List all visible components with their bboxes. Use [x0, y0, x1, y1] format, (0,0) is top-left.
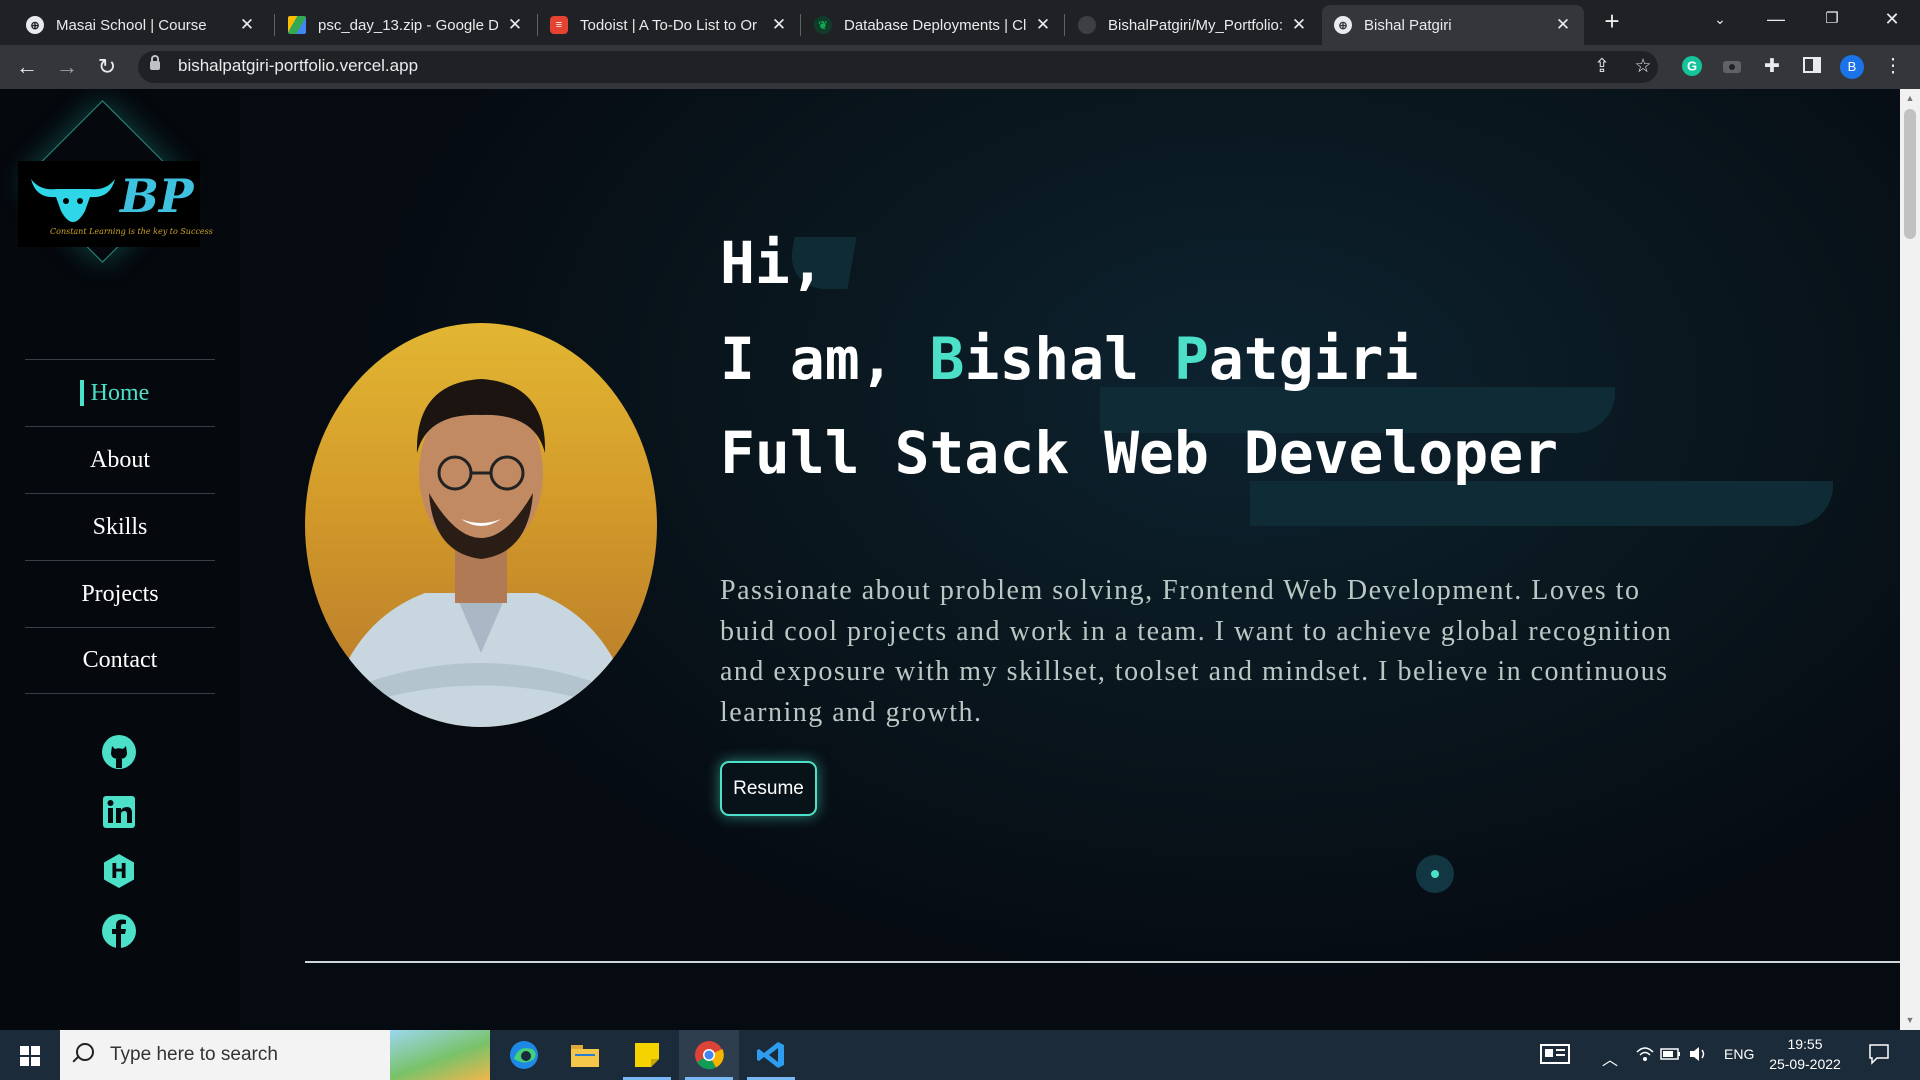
tab-search-chevron-icon[interactable]: ⌄ — [1692, 0, 1748, 40]
close-tab-icon[interactable]: ✕ — [506, 15, 524, 35]
svg-text:H: H — [111, 859, 128, 883]
hero-name: I am, Bishal Patgiri — [720, 325, 1419, 393]
search-highlight-image — [390, 1030, 490, 1080]
file-explorer-icon[interactable] — [555, 1030, 615, 1080]
sidebar: BP Constant Learning is the key to Succe… — [0, 89, 240, 1030]
share-icon[interactable]: ⇪ — [1590, 55, 1614, 79]
tab-title: Database Deployments | Cl — [844, 16, 1026, 34]
close-window-icon[interactable]: ✕ — [1864, 0, 1920, 40]
nav-contact[interactable]: Contact — [25, 627, 215, 694]
close-tab-icon[interactable]: ✕ — [1554, 15, 1572, 35]
bookmark-star-icon[interactable]: ☆ — [1631, 55, 1655, 79]
taskbar-search[interactable]: Type here to search — [60, 1030, 490, 1080]
hero-role: Full Stack Web Developer — [720, 419, 1559, 487]
windows-taskbar: Type here to search ︿ ENG 19:55 25-09-20… — [0, 1030, 1920, 1080]
hero-bio: Passionate about problem solving, Fronte… — [720, 575, 1673, 728]
search-placeholder: Type here to search — [110, 1044, 278, 1065]
scroll-indicator[interactable] — [1416, 855, 1454, 893]
nav-home[interactable]: Home — [25, 359, 215, 426]
mongodb-leaf-icon: ❦ — [814, 16, 832, 34]
page-scrollbar[interactable]: ▲ ▼ — [1900, 89, 1920, 1030]
notification-icon[interactable] — [1868, 1043, 1890, 1068]
chrome-menu-icon[interactable]: ⋮ — [1881, 55, 1905, 79]
hero-greeting: Hi, — [720, 229, 825, 297]
todoist-icon: ≡ — [550, 16, 568, 34]
browser-toolbar: ← → ↻ bishalpatgiri-portfolio.vercel.app… — [0, 45, 1920, 89]
scroll-down-icon[interactable]: ▼ — [1905, 1015, 1915, 1025]
scrollbar-thumb[interactable] — [1904, 109, 1916, 239]
clock-time: 19:55 — [1787, 1036, 1823, 1052]
resume-button[interactable]: Resume — [720, 761, 817, 816]
system-clock[interactable]: 19:55 25-09-2022 — [1760, 1034, 1850, 1074]
close-tab-icon[interactable]: ✕ — [238, 15, 256, 35]
input-language[interactable]: ENG — [1724, 1046, 1754, 1062]
sticky-notes-icon[interactable] — [617, 1030, 677, 1080]
scroll-up-icon[interactable]: ▲ — [1905, 93, 1915, 103]
wifi-icon[interactable] — [1636, 1046, 1654, 1065]
globe-icon: ⊕ — [1334, 16, 1352, 34]
portfolio-page: BP Constant Learning is the key to Succe… — [0, 89, 1900, 1030]
hashnode-icon[interactable]: H — [100, 852, 138, 890]
extension-icon[interactable] — [1720, 55, 1744, 79]
logo-tagline: Constant Learning is the key to Success — [50, 227, 213, 236]
svg-text:G: G — [1687, 59, 1697, 74]
lock-icon[interactable] — [150, 55, 160, 70]
nav-skills[interactable]: Skills — [25, 493, 215, 560]
search-icon — [76, 1043, 94, 1061]
linkedin-icon[interactable] — [100, 793, 138, 831]
edge-icon[interactable] — [494, 1030, 554, 1080]
google-drive-icon — [288, 16, 306, 34]
chrome-icon[interactable] — [679, 1030, 739, 1080]
tab-title: Masai School | Course — [56, 16, 207, 34]
reload-icon[interactable]: ↻ — [92, 52, 122, 82]
tab-title: BishalPatgiri/My_Portfolio: — [1108, 16, 1282, 34]
restore-icon[interactable]: ❐ — [1804, 0, 1860, 40]
close-tab-icon[interactable]: ✕ — [1034, 15, 1052, 35]
site-logo[interactable]: BP Constant Learning is the key to Succe… — [10, 100, 213, 279]
side-panel-icon[interactable] — [1800, 55, 1824, 79]
vscode-icon[interactable] — [741, 1030, 801, 1080]
tab-github[interactable]: BishalPatgiri/My_Portfolio: ✕ — [1066, 5, 1320, 45]
tab-todoist[interactable]: ≡ Todoist | A To-Do List to Or ✕ — [538, 5, 800, 45]
back-icon[interactable]: ← — [12, 52, 42, 82]
globe-icon: ⊕ — [26, 16, 44, 34]
news-widget-icon[interactable] — [1540, 1042, 1570, 1069]
bull-head-icon — [31, 179, 115, 222]
windows-start-icon[interactable] — [20, 1046, 40, 1066]
chevron-up-icon[interactable]: ︿ — [1602, 1046, 1618, 1070]
url-text[interactable]: bishalpatgiri-portfolio.vercel.app — [178, 56, 418, 76]
tab-bishal-patgiri[interactable]: ⊕ Bishal Patgiri ✕ — [1322, 5, 1584, 45]
volume-icon[interactable] — [1688, 1046, 1708, 1065]
extensions-puzzle-icon[interactable]: ✚ — [1760, 55, 1784, 79]
minimize-icon[interactable]: — — [1748, 0, 1804, 40]
tab-masai-school[interactable]: ⊕ Masai School | Course ✕ — [14, 5, 268, 45]
tab-title: Bishal Patgiri — [1364, 16, 1452, 34]
browser-tab-bar: ⊕ Masai School | Course ✕ psc_day_13.zip… — [0, 0, 1920, 45]
profile-photo — [305, 323, 657, 727]
section-divider — [305, 961, 1900, 963]
nav-projects[interactable]: Projects — [25, 560, 215, 627]
battery-icon[interactable] — [1660, 1046, 1682, 1065]
name-last-initial: P — [1173, 325, 1209, 393]
logo-text: BP — [120, 169, 194, 223]
profile-initial: B — [1840, 55, 1864, 79]
github-icon — [1078, 16, 1096, 34]
grammarly-icon[interactable]: G — [1680, 55, 1704, 79]
new-tab-button[interactable]: + — [1598, 8, 1626, 36]
nav-about[interactable]: About — [25, 426, 215, 493]
tab-title: psc_day_13.zip - Google Dr — [318, 16, 498, 34]
close-tab-icon[interactable]: ✕ — [1290, 15, 1308, 35]
main-nav: Home About Skills Projects Contact — [25, 359, 215, 694]
name-first-initial: B — [929, 325, 965, 393]
forward-icon[interactable]: → — [52, 52, 82, 82]
profile-avatar[interactable]: B — [1840, 55, 1864, 79]
github-icon[interactable] — [100, 733, 138, 771]
tab-title: Todoist | A To-Do List to Or — [580, 16, 758, 34]
close-tab-icon[interactable]: ✕ — [770, 15, 788, 35]
tab-google-drive[interactable]: psc_day_13.zip - Google Dr ✕ — [276, 5, 536, 45]
tab-mongodb[interactable]: ❦ Database Deployments | Cl ✕ — [802, 5, 1064, 45]
clock-date: 25-09-2022 — [1769, 1056, 1841, 1072]
facebook-icon[interactable] — [100, 912, 138, 950]
